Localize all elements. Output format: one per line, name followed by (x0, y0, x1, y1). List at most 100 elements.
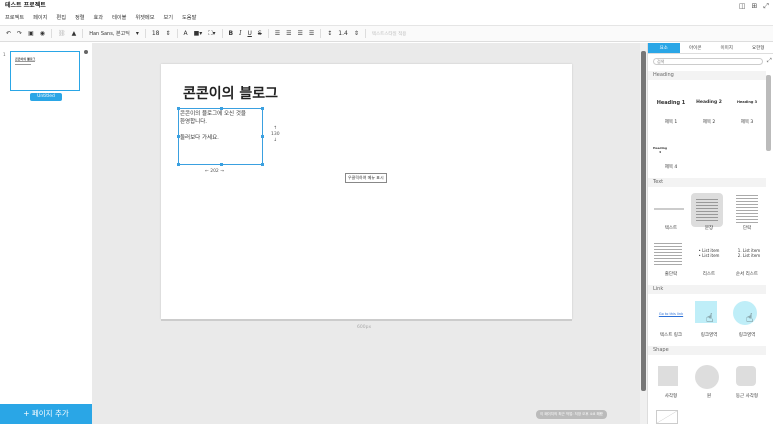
list-item: • List item (698, 253, 720, 258)
section-link[interactable]: Link (648, 285, 766, 294)
text-line: 콘콘이의 블로그에 오신 것을 (180, 111, 246, 117)
divider (364, 29, 366, 38)
grid-icon[interactable]: ⊞ (752, 0, 758, 12)
circle-preview[interactable] (695, 365, 719, 389)
align-center-icon[interactable]: ☰ (286, 30, 291, 37)
section-heading[interactable]: Heading (648, 71, 766, 80)
text-link-preview[interactable]: Go to this link (652, 312, 690, 316)
split-icon[interactable]: ◫ (739, 0, 746, 12)
resize-handle[interactable] (177, 107, 180, 110)
align-left-icon[interactable]: ☰ (275, 30, 280, 37)
menu-align[interactable]: 정렬 (75, 12, 85, 25)
menu-page[interactable]: 페이지 (33, 12, 47, 25)
save-icon[interactable]: ▣ (28, 30, 34, 37)
menu-view[interactable]: 보기 (163, 12, 173, 25)
tab-images[interactable]: 이미지 (711, 43, 743, 53)
width-indicator: ← 202 → (205, 169, 224, 174)
multi-paragraph-preview[interactable] (654, 243, 682, 265)
align-justify-icon[interactable]: ☰ (309, 30, 314, 37)
heading2-label: 제목 2 (702, 120, 716, 125)
resize-handle[interactable] (177, 135, 180, 138)
link-icon[interactable]: ⛓ (58, 30, 66, 37)
tab-elements[interactable]: 요소 (648, 43, 680, 53)
ordered-list-preview[interactable]: 1. List item 2. List item (730, 248, 768, 258)
menu-bar: 프로젝트 페이지 편집 정렬 효과 테이블 위젯메모 보기 도움말 (0, 12, 773, 25)
page-options-dot[interactable] (84, 50, 88, 54)
right-panel-scrollbar[interactable] (766, 75, 771, 151)
undo-icon[interactable]: ↶ (6, 30, 11, 37)
underline-button[interactable]: U (247, 30, 251, 37)
scrollbar-thumb[interactable] (641, 51, 646, 391)
page-label[interactable]: Untitled (30, 93, 62, 101)
bold-button[interactable]: B (229, 30, 234, 37)
ordered-item: 2. List item (737, 253, 761, 258)
divider (50, 29, 52, 38)
text-style-apply-button[interactable]: 텍스트스타일 적용 (372, 31, 407, 37)
tab-extra[interactable]: 요한형 (743, 43, 773, 53)
menu-effect[interactable]: 효과 (94, 12, 104, 25)
search-input[interactable]: 검색 (653, 58, 763, 65)
line-height-input[interactable]: 1.4 (338, 30, 348, 37)
expand-icon[interactable]: ⤢ (763, 0, 769, 12)
resize-handle[interactable] (261, 107, 264, 110)
chevron-down-icon[interactable]: ▾ (136, 30, 139, 37)
resize-handle[interactable] (220, 107, 223, 110)
menu-edit[interactable]: 편집 (56, 12, 66, 25)
text-color-button[interactable]: A (184, 30, 188, 37)
heading4-preview[interactable]: Heading 4 (652, 146, 668, 154)
resize-handle[interactable] (261, 135, 264, 138)
selected-text-box[interactable]: 콘콘이의 블로그에 오신 것을 환영합니다. 둘러보다 가세요. (177, 107, 264, 166)
resize-handle[interactable] (177, 163, 180, 166)
design-page[interactable]: 콘콘이의 블로그 콘콘이의 블로그에 오신 것을 환영합니다. 둘러보다 가세요… (161, 64, 572, 319)
resize-handle[interactable] (261, 163, 264, 166)
menu-help[interactable]: 도움말 (182, 12, 196, 25)
section-shape[interactable]: Shape (648, 346, 766, 355)
add-page-button[interactable]: + 페이지 추가 (0, 404, 92, 424)
italic-button[interactable]: I (239, 30, 241, 37)
rectangle-preview[interactable] (658, 366, 678, 386)
page-width-label: 600px (357, 325, 372, 330)
text-preview[interactable] (654, 208, 684, 210)
page-thumbnail[interactable]: 콘콘이의 블로그 (10, 51, 80, 91)
page-heading[interactable]: 콘콘이의 블로그 (183, 83, 278, 103)
align-right-icon[interactable]: ☰ (297, 30, 302, 37)
cross-shape-preview[interactable] (656, 410, 678, 424)
panel-scrollbar[interactable] (640, 43, 647, 424)
stepper-icon[interactable]: ⇕ (165, 30, 170, 37)
divider (267, 29, 269, 38)
divider (320, 29, 322, 38)
paint-icon[interactable]: ⛶▾ (208, 30, 215, 38)
canvas-area[interactable]: 콘콘이의 블로그 콘콘이의 블로그에 오신 것을 환영합니다. 둘러보다 가세요… (92, 43, 640, 424)
rounded-rectangle-label: 둥근 사각형 (735, 394, 759, 399)
paragraph-preview[interactable] (736, 195, 758, 223)
font-family-select[interactable]: Han Sans, 본고딕 (89, 30, 130, 37)
menu-widget-memo[interactable]: 위젯메모 (135, 12, 154, 25)
heading2-preview[interactable]: Heading 2 (690, 100, 728, 105)
lock-icon[interactable]: ▲ (72, 30, 77, 37)
tab-icons[interactable]: 아이콘 (680, 43, 712, 53)
heading3-preview[interactable]: Heading 3 (728, 100, 766, 104)
link-area-circle-preview[interactable] (733, 301, 757, 325)
line-height-icon: ↕ (327, 30, 333, 37)
heading1-preview[interactable]: Heading 1 (652, 100, 690, 106)
expand-icon[interactable]: ⤢ (767, 57, 772, 65)
redo-icon[interactable]: ↷ (17, 30, 22, 37)
sentence-label: 문장 (704, 226, 714, 231)
toolbar: ↶ ↷ ▣ ◉ ⛓ ▲ Han Sans, 본고딕 ▾ 18 ⇕ A ■▾ ⛶▾… (0, 25, 773, 42)
list-preview[interactable]: • List item • List item (690, 248, 728, 258)
resize-handle[interactable] (220, 163, 223, 166)
bg-color-icon[interactable]: ■▾ (194, 30, 203, 37)
strikethrough-button[interactable]: S (258, 30, 262, 37)
heading4-label: 제목 4 (664, 165, 678, 170)
menu-table[interactable]: 테이블 (112, 12, 126, 25)
rounded-rectangle-preview[interactable] (736, 366, 756, 386)
menu-project[interactable]: 프로젝트 (5, 12, 24, 25)
link-area-label: 링크영역 (700, 333, 718, 338)
divider (144, 29, 146, 38)
stepper-icon[interactable]: ⇕ (354, 30, 359, 37)
text-line (180, 126, 261, 134)
link-area-label: 링크영역 (738, 333, 756, 338)
font-size-input[interactable]: 18 (152, 30, 160, 37)
section-text[interactable]: Text (648, 178, 766, 187)
preview-icon[interactable]: ◉ (40, 30, 45, 37)
